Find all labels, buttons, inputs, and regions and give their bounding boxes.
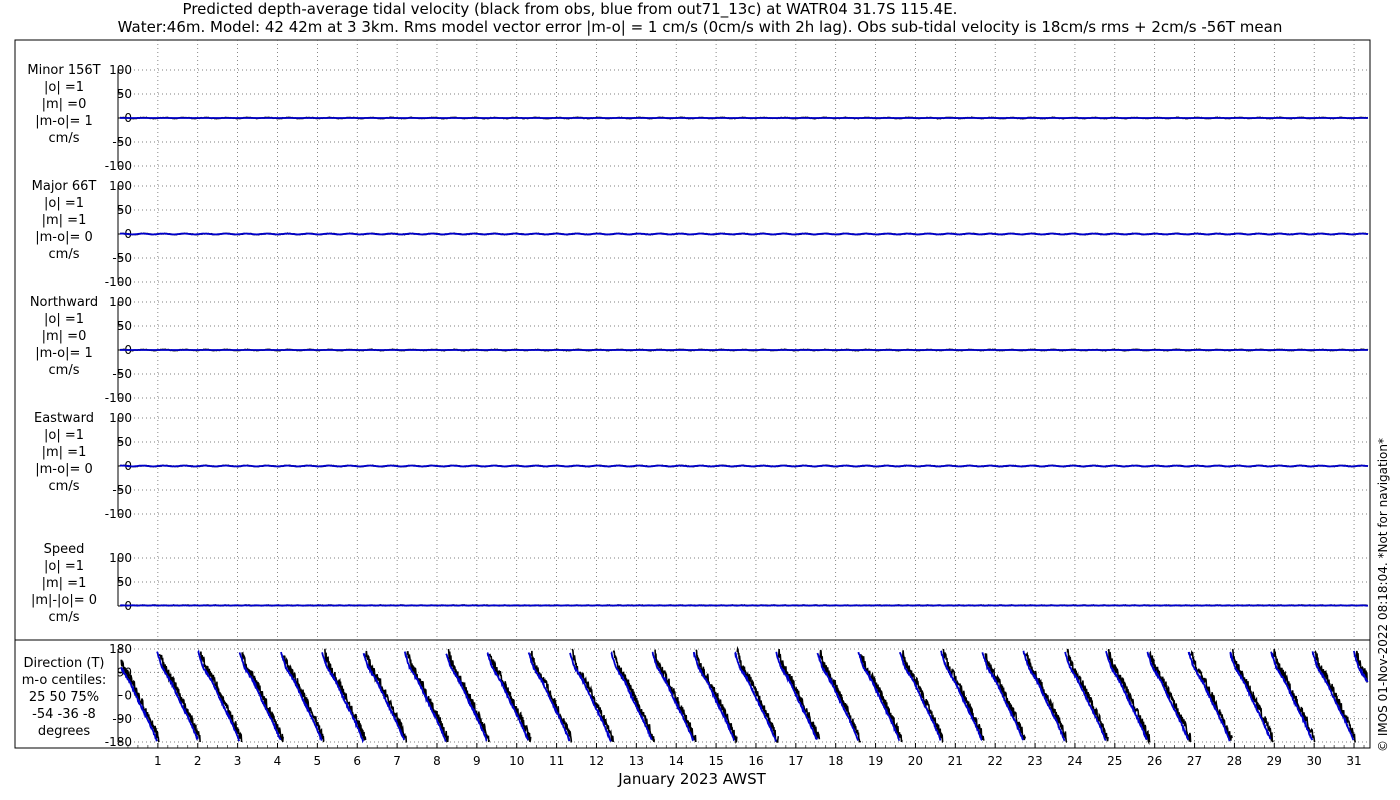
- xtick-label-29: 29: [1267, 754, 1282, 768]
- ytick-label-minor: -50: [112, 135, 132, 149]
- xtick-label-22: 22: [988, 754, 1003, 768]
- panel-label-major-1: |o| =1: [44, 196, 84, 211]
- panel-label-eastward-3: |m-o|= 0: [35, 462, 93, 477]
- xtick-label-31: 31: [1346, 754, 1361, 768]
- panel-label-minor-3: |m-o|= 1: [35, 114, 93, 129]
- panel-label-direction-3: -54 -36 -8: [32, 707, 96, 722]
- xtick-label-30: 30: [1307, 754, 1322, 768]
- xtick-label-21: 21: [948, 754, 963, 768]
- panel-label-direction-4: degrees: [38, 724, 91, 739]
- ytick-label-direction: 180: [109, 642, 132, 656]
- panel-northward: -100-50050100Northward|o| =1|m| =0|m-o|=…: [30, 295, 1370, 405]
- xtick-label-5: 5: [314, 754, 322, 768]
- xtick-label-24: 24: [1067, 754, 1082, 768]
- panel-label-major-3: |m-o|= 0: [35, 230, 93, 245]
- ytick-label-direction: -90: [112, 712, 132, 726]
- panel-label-northward-1: |o| =1: [44, 312, 84, 327]
- series-model-direction: [120, 649, 1369, 744]
- ytick-label-eastward: -100: [105, 507, 132, 521]
- xtick-label-28: 28: [1227, 754, 1242, 768]
- panel-label-direction-2: 25 50 75%: [29, 690, 99, 705]
- ytick-label-major: -100: [105, 275, 132, 289]
- series-obs-direction: [120, 645, 1368, 746]
- ytick-label-speed: 100: [109, 551, 132, 565]
- ytick-label-direction: 0: [124, 689, 132, 703]
- ytick-label-minor: 100: [109, 63, 132, 77]
- ytick-label-northward: 100: [109, 295, 132, 309]
- ytick-label-minor: 50: [117, 87, 132, 101]
- panel-label-minor-2: |m| =0: [42, 97, 87, 112]
- xtick-label-15: 15: [708, 754, 723, 768]
- panel-label-northward-3: |m-o|= 1: [35, 346, 93, 361]
- panel-label-northward-2: |m| =0: [42, 329, 87, 344]
- panel-label-eastward-2: |m| =1: [42, 445, 87, 460]
- panel-label-speed-2: |m| =1: [42, 576, 87, 591]
- panel-label-speed-4: cm/s: [49, 610, 80, 625]
- ytick-label-northward: -100: [105, 391, 132, 405]
- panel-speed: 050100Speed|o| =1|m| =1|m|-|o|= 0cm/s: [31, 542, 1370, 625]
- panel-major: -100-50050100Major 66T|o| =1|m| =1|m-o|=…: [32, 179, 1370, 289]
- x-axis-label: January 2023 AWST: [617, 770, 766, 788]
- panel-label-minor-1: |o| =1: [44, 80, 84, 95]
- xtick-label-27: 27: [1187, 754, 1202, 768]
- panel-eastward: -100-50050100Eastward|o| =1|m| =1|m-o|= …: [34, 411, 1370, 521]
- ytick-label-minor: -100: [105, 159, 132, 173]
- panel-label-eastward-4: cm/s: [49, 479, 80, 494]
- xtick-label-18: 18: [828, 754, 843, 768]
- panel-label-direction-0: Direction (T): [24, 656, 105, 671]
- xtick-label-17: 17: [788, 754, 803, 768]
- xtick-label-3: 3: [234, 754, 242, 768]
- panel-minor: -100-50050100Minor 156T|o| =1|m| =0|m-o|…: [27, 63, 1370, 173]
- xtick-label-26: 26: [1147, 754, 1162, 768]
- xtick-label-14: 14: [669, 754, 684, 768]
- series-model-eastward: [119, 464, 1369, 468]
- xtick-label-20: 20: [908, 754, 923, 768]
- xtick-label-19: 19: [868, 754, 883, 768]
- tidal-velocity-chart: 1 2 3 4 5 6 7 8 9 10 11 12 13 14 15 16 17 18 19 20 21 22 23 24 2…: [14, 39, 1390, 788]
- xtick-label-6: 6: [353, 754, 361, 768]
- xtick-label-7: 7: [393, 754, 401, 768]
- xtick-label-12: 12: [589, 754, 604, 768]
- xtick-label-25: 25: [1107, 754, 1122, 768]
- xtick-label-10: 10: [509, 754, 524, 768]
- panel-label-major-2: |m| =1: [42, 213, 87, 228]
- xtick-label-13: 13: [629, 754, 644, 768]
- panel-label-major-0: Major 66T: [32, 179, 97, 194]
- ytick-label-major: 100: [109, 179, 132, 193]
- xtick-label-16: 16: [748, 754, 763, 768]
- ytick-label-direction: -180: [105, 735, 132, 749]
- copyright-note: © IMOS 01-Nov-2022 08:18:04. *Not for na…: [1376, 438, 1390, 752]
- ytick-label-northward: 50: [117, 319, 132, 333]
- panel-label-major-4: cm/s: [49, 247, 80, 262]
- panel-label-northward-0: Northward: [30, 295, 98, 310]
- series-model-major: [119, 232, 1369, 236]
- ytick-label-eastward: 50: [117, 435, 132, 449]
- panel-label-direction-1: m-o centiles:: [22, 673, 107, 688]
- ytick-label-northward: -50: [112, 367, 132, 381]
- panel-label-minor-0: Minor 156T: [27, 63, 100, 78]
- panel-label-northward-4: cm/s: [49, 363, 80, 378]
- ytick-label-major: 50: [117, 203, 132, 217]
- panel-label-speed-1: |o| =1: [44, 559, 84, 574]
- xtick-label-8: 8: [433, 754, 441, 768]
- ytick-label-major: -50: [112, 251, 132, 265]
- ytick-label-eastward: -50: [112, 483, 132, 497]
- xtick-label-9: 9: [473, 754, 481, 768]
- panel-label-eastward-1: |o| =1: [44, 428, 84, 443]
- panel-direction: -180-90090180Direction (T)m-o centiles:2…: [22, 642, 1370, 749]
- upper-frame: [14, 39, 1371, 641]
- xtick-label-11: 11: [549, 754, 564, 768]
- panel-label-eastward-0: Eastward: [34, 411, 94, 426]
- ytick-label-eastward: 100: [109, 411, 132, 425]
- xtick-label-23: 23: [1027, 754, 1042, 768]
- panel-label-speed-0: Speed: [44, 542, 85, 557]
- xtick-label-1: 1: [154, 754, 162, 768]
- panel-label-minor-4: cm/s: [49, 131, 80, 146]
- xtick-label-4: 4: [274, 754, 282, 768]
- panel-label-speed-3: |m|-|o|= 0: [31, 593, 97, 608]
- xtick-label-2: 2: [194, 754, 202, 768]
- ytick-label-speed: 50: [117, 575, 132, 589]
